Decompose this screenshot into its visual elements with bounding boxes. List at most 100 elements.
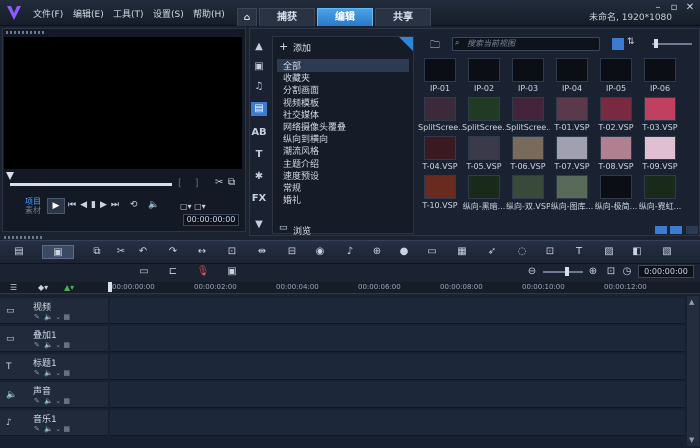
subtitle-icon[interactable]: ▭: [425, 245, 439, 259]
clip-mode-label[interactable]: 素材: [25, 205, 41, 216]
audio-icon[interactable]: ♪: [343, 245, 357, 259]
add-icon[interactable]: +: [279, 40, 288, 53]
export-icon[interactable]: ▧: [660, 245, 674, 259]
trim-markers[interactable]: [ ]: [178, 178, 199, 189]
undo-icon[interactable]: ↶: [136, 245, 150, 259]
view-mode-icon[interactable]: [670, 226, 682, 234]
timeline-timecode[interactable]: 0:00:00:00: [638, 265, 694, 278]
list-view-icon[interactable]: [612, 38, 624, 50]
snapshot-icon[interactable]: ▣: [225, 265, 239, 279]
vertical-scrollbar[interactable]: [687, 296, 699, 446]
add-category-label[interactable]: 添加: [293, 41, 311, 54]
track-lane[interactable]: [110, 354, 685, 380]
category-item[interactable]: 网络摄像头覆叠: [283, 120, 346, 133]
ripple-icon[interactable]: ▲▾: [64, 283, 74, 292]
track-lane[interactable]: [110, 410, 685, 436]
template-thumbnail[interactable]: [512, 136, 544, 160]
template-thumbnail[interactable]: [424, 136, 456, 160]
chapter-icon[interactable]: ◆▾: [38, 283, 48, 292]
overlay-icon[interactable]: ▨: [602, 245, 616, 259]
storyboard-view-icon[interactable]: ▤: [12, 245, 26, 259]
track-lane[interactable]: [110, 326, 685, 352]
filter-icon[interactable]: FX: [251, 192, 267, 206]
minimize-icon[interactable]: –: [650, 1, 666, 15]
track-header[interactable]: T 标题1 ✎ 🔈 ⌄ ▦: [0, 354, 108, 380]
track-controls[interactable]: ✎ 🔈 ⌄ ▦: [34, 397, 70, 405]
player-timecode[interactable]: 00:00:00:00: [183, 214, 239, 226]
track-controls[interactable]: ✎ 🔈 ⌄ ▦: [34, 369, 70, 377]
instant-project-icon[interactable]: ♫: [251, 80, 267, 94]
zoom-slider[interactable]: [543, 271, 583, 273]
multicam-icon[interactable]: ▦: [455, 245, 469, 259]
template-thumbnail[interactable]: [512, 58, 544, 82]
track-header[interactable]: ▭ 视频 ✎ 🔈 ⌄ ▦: [0, 298, 108, 324]
template-thumbnail[interactable]: [556, 175, 588, 199]
template-thumbnail[interactable]: [600, 58, 632, 82]
category-item[interactable]: 分割画面: [283, 83, 319, 96]
template-thumbnail[interactable]: [468, 58, 500, 82]
category-item[interactable]: 全部: [277, 59, 409, 72]
color-icon[interactable]: ●: [397, 245, 411, 259]
title-icon[interactable]: T: [251, 148, 267, 162]
templates-icon[interactable]: ▤: [251, 102, 267, 116]
split-screen-icon[interactable]: ⇹: [255, 245, 269, 259]
copy-icon[interactable]: ⧉: [90, 245, 104, 259]
zoom-in-icon[interactable]: ⊕: [586, 265, 600, 279]
category-item[interactable]: 社交媒体: [283, 108, 319, 121]
close-icon[interactable]: ✕: [682, 1, 698, 15]
template-thumbnail[interactable]: [424, 58, 456, 82]
graphics-icon[interactable]: ✱: [251, 170, 267, 184]
track-lane[interactable]: [110, 382, 685, 408]
category-item[interactable]: 收藏夹: [283, 71, 310, 84]
menu-edit[interactable]: 编辑(E): [73, 7, 104, 20]
view-mode-icon[interactable]: [686, 226, 698, 234]
scrub-bar[interactable]: [10, 183, 172, 186]
crop-icon[interactable]: ⊡: [225, 245, 239, 259]
speed-icon[interactable]: ➶: [485, 245, 499, 259]
zoom-out-icon[interactable]: ⊖: [525, 265, 539, 279]
tools-icon[interactable]: ✂: [114, 245, 128, 259]
track-header[interactable]: ▭ 叠加1 ✎ 🔈 ⌄ ▦: [0, 326, 108, 352]
template-thumbnail[interactable]: [644, 175, 676, 199]
scroll-down-icon[interactable]: ▼: [689, 436, 694, 444]
template-thumbnail[interactable]: [644, 136, 676, 160]
enlarge-icon[interactable]: ⧉: [228, 177, 235, 188]
transport-controls[interactable]: ⏮◀▮▶⏭ ⟲ 🔈: [68, 200, 163, 210]
playhead[interactable]: [108, 282, 112, 292]
folder-icon[interactable]: 🗀: [430, 38, 440, 55]
category-item[interactable]: 主题介绍: [283, 157, 319, 170]
track-lane[interactable]: [110, 298, 685, 324]
path-icon[interactable]: ◌: [515, 245, 529, 259]
menu-help[interactable]: 帮助(H): [193, 7, 225, 20]
template-thumbnail[interactable]: [556, 58, 588, 82]
scroll-up-icon[interactable]: ▲: [689, 298, 694, 306]
template-thumbnail[interactable]: [512, 97, 544, 121]
maximize-icon[interactable]: ▫: [666, 1, 682, 15]
record-icon[interactable]: ◉: [313, 245, 327, 259]
thumb-size-slider[interactable]: [652, 43, 692, 45]
template-thumbnail[interactable]: [600, 136, 632, 160]
track-header[interactable]: 🔈 声音 ✎ 🔈 ⌄ ▦: [0, 382, 108, 408]
zoom-handle[interactable]: [565, 267, 569, 276]
category-item[interactable]: 常规: [283, 181, 301, 194]
sort-icon[interactable]: ⇅: [627, 37, 635, 47]
browse-label[interactable]: 浏览: [293, 224, 311, 237]
redo-icon[interactable]: ↷: [166, 245, 180, 259]
collapse-down-icon[interactable]: ▼: [251, 218, 267, 232]
category-item[interactable]: 视频模板: [283, 96, 319, 109]
template-thumbnail[interactable]: [424, 97, 456, 121]
template-thumbnail[interactable]: [556, 97, 588, 121]
category-item[interactable]: 纵向到横向: [283, 132, 328, 145]
track-controls[interactable]: ✎ 🔈 ⌄ ▦: [34, 313, 70, 321]
play-button[interactable]: ▶: [47, 198, 65, 214]
output-settings-icon[interactable]: ▢▾ ▢▾: [180, 202, 206, 211]
tab-capture[interactable]: 捕获: [259, 8, 315, 26]
template-thumbnail[interactable]: [424, 175, 456, 199]
screen-record-icon[interactable]: ▭: [137, 265, 151, 279]
category-item[interactable]: 速度预设: [283, 169, 319, 182]
template-thumbnail[interactable]: [644, 97, 676, 121]
split-icon[interactable]: ✂: [215, 177, 223, 188]
timeline-view-icon[interactable]: ▣: [42, 245, 74, 259]
template-thumbnail[interactable]: [600, 97, 632, 121]
track-manager-icon[interactable]: ☰: [10, 283, 17, 292]
